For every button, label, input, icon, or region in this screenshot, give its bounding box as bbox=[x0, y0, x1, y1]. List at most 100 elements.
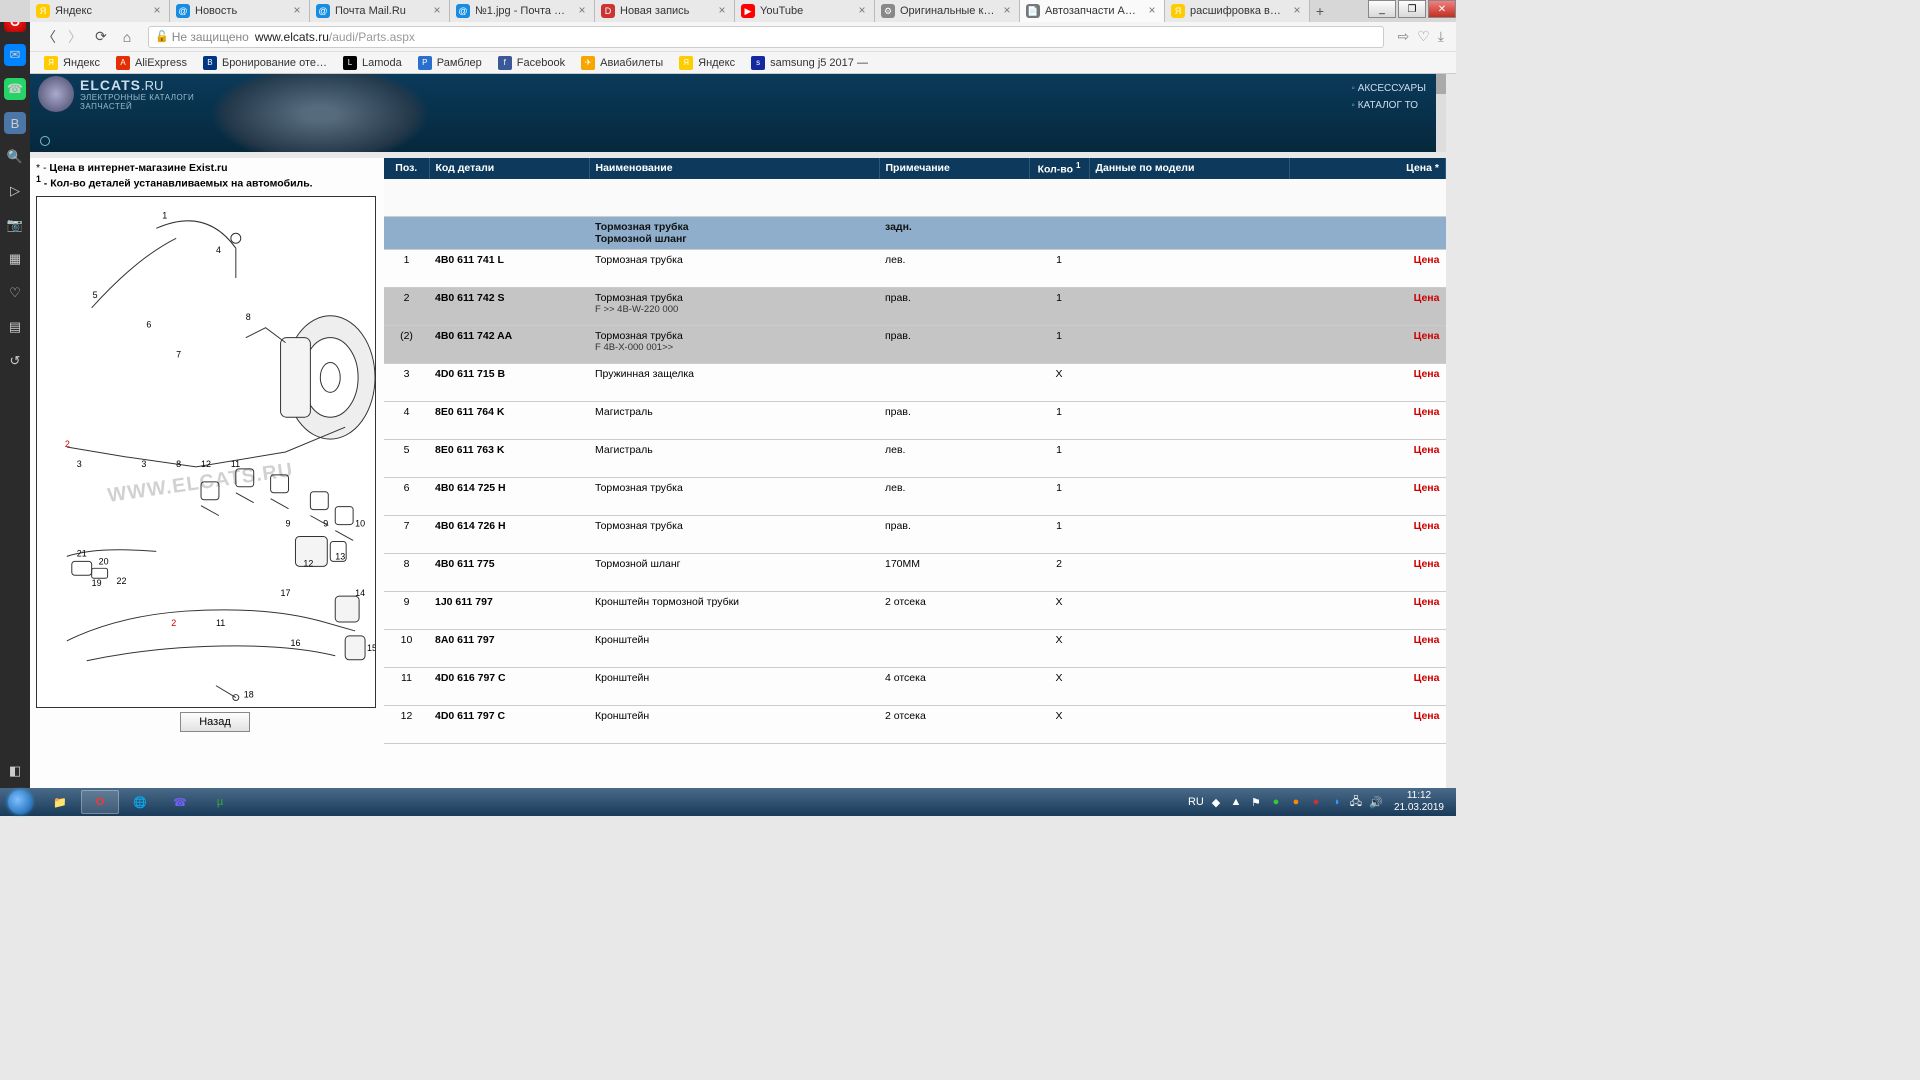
browser-tab[interactable]: Ярасшифровка вин код…× bbox=[1165, 0, 1310, 22]
bookmark-icon[interactable]: ♡ bbox=[1417, 28, 1430, 45]
whatsapp-icon[interactable]: ☎ bbox=[4, 78, 26, 100]
tray-app3-icon[interactable]: ● bbox=[1308, 794, 1324, 810]
heart-icon[interactable]: ♡ bbox=[4, 282, 26, 304]
browser-tab[interactable]: @Новость× bbox=[170, 0, 310, 22]
browser-tab[interactable]: DНовая запись× bbox=[595, 0, 735, 22]
bookmark-item[interactable]: ✈Авиабилеты bbox=[573, 56, 671, 70]
browser-tab[interactable]: ЯЯндекс× bbox=[30, 0, 170, 22]
bookmark-item[interactable]: ssamsung j5 2017 — bbox=[743, 56, 876, 70]
back-nav-icon[interactable]: 〈 bbox=[38, 26, 60, 48]
bookmark-item[interactable]: fFacebook bbox=[490, 56, 573, 70]
tab-close-icon[interactable]: × bbox=[1146, 5, 1158, 17]
browser-tab[interactable]: @№1.jpg - Почта Mail.Ru× bbox=[450, 0, 595, 22]
parts-table: Поз. Код детали Наименование Примечание … bbox=[384, 158, 1446, 744]
table-row[interactable]: 3 4D0 611 715 B Пружинная защелка X Цена bbox=[384, 364, 1446, 402]
forward-nav-icon[interactable]: 〉 bbox=[64, 26, 86, 48]
cell-code: 4B0 611 742 S bbox=[429, 288, 589, 326]
price-link[interactable]: Цена bbox=[1289, 592, 1446, 630]
bookmark-item[interactable]: РРамблер bbox=[410, 56, 490, 70]
tab-close-icon[interactable]: × bbox=[576, 5, 588, 17]
nav-link-catalog[interactable]: КАТАЛОГ ТО bbox=[1351, 97, 1426, 114]
vk-icon[interactable]: B bbox=[4, 112, 26, 134]
vpn-icon[interactable]: ⇨ bbox=[1398, 28, 1410, 45]
maximize-button[interactable]: ❐ bbox=[1398, 0, 1426, 18]
tray-app4-icon[interactable]: ◑ bbox=[1328, 794, 1344, 810]
taskbar-explorer[interactable]: 📁 bbox=[41, 790, 79, 814]
tray-clock[interactable]: 11:1221.03.2019 bbox=[1386, 790, 1452, 814]
search-icon[interactable]: 🔍 bbox=[4, 146, 26, 168]
camera-icon[interactable]: 📷 bbox=[4, 214, 26, 236]
price-link[interactable]: Цена bbox=[1289, 516, 1446, 554]
bookmark-item[interactable]: AAliExpress bbox=[108, 56, 195, 70]
table-row[interactable]: 5 8E0 611 763 K Магистраль лев. 1 Цена bbox=[384, 440, 1446, 478]
download-icon[interactable]: ⤓ bbox=[1438, 28, 1444, 45]
tray-app1-icon[interactable]: ● bbox=[1268, 794, 1284, 810]
part-diagram: 1 4 5 6 7 8 3 3 8 12 11 9 9 10 12 13 14 … bbox=[36, 196, 376, 708]
table-row[interactable]: 6 4B0 614 725 H Тормозная трубка лев. 1 … bbox=[384, 478, 1446, 516]
price-link[interactable]: Цена bbox=[1289, 402, 1446, 440]
price-link[interactable]: Цена bbox=[1289, 364, 1446, 402]
taskbar-opera[interactable]: O bbox=[81, 790, 119, 814]
table-row[interactable]: 11 4D0 616 797 C Кронштейн 4 отсека X Це… bbox=[384, 668, 1446, 706]
table-row[interactable]: 4 8E0 611 764 K Магистраль прав. 1 Цена bbox=[384, 402, 1446, 440]
tray-volume-icon[interactable]: 🔊 bbox=[1368, 794, 1384, 810]
browser-tab[interactable]: 📄Автозапчасти AUDI - э…× bbox=[1020, 0, 1165, 22]
sidebar-toggle-icon[interactable]: ◧ bbox=[4, 760, 26, 782]
table-row[interactable]: 10 8A0 611 797 Кронштейн X Цена bbox=[384, 630, 1446, 668]
close-button[interactable]: ✕ bbox=[1428, 0, 1456, 18]
price-link[interactable]: Цена bbox=[1289, 250, 1446, 288]
browser-tab[interactable]: ▶YouTube× bbox=[735, 0, 875, 22]
tab-close-icon[interactable]: × bbox=[1001, 5, 1013, 17]
table-row[interactable]: 9 1J0 611 797 Кронштейн тормозной трубки… bbox=[384, 592, 1446, 630]
browser-tab[interactable]: @Почта Mail.Ru× bbox=[310, 0, 450, 22]
minimize-button[interactable]: _ bbox=[1368, 0, 1396, 18]
tray-up-icon[interactable]: ▲ bbox=[1228, 794, 1244, 810]
tray-app2-icon[interactable]: ● bbox=[1288, 794, 1304, 810]
nav-link-accessories[interactable]: АКСЕССУАРЫ bbox=[1351, 80, 1426, 97]
table-row[interactable]: 7 4B0 614 726 H Тормозная трубка прав. 1… bbox=[384, 516, 1446, 554]
new-tab-button[interactable]: + bbox=[1310, 0, 1330, 22]
tab-close-icon[interactable]: × bbox=[1291, 5, 1303, 17]
tab-close-icon[interactable]: × bbox=[151, 5, 163, 17]
taskbar-chrome[interactable]: 🌐 bbox=[121, 790, 159, 814]
back-button[interactable]: Назад bbox=[180, 712, 250, 732]
table-row[interactable]: 12 4D0 611 797 C Кронштейн 2 отсека X Це… bbox=[384, 706, 1446, 744]
messenger-icon[interactable]: ✉ bbox=[4, 44, 26, 66]
taskbar-utorrent[interactable]: µ bbox=[201, 790, 239, 814]
price-link[interactable]: Цена bbox=[1289, 440, 1446, 478]
play-icon[interactable]: ▷ bbox=[4, 180, 26, 202]
bookmark-item[interactable]: LLamoda bbox=[335, 56, 410, 70]
home-icon[interactable]: ⌂ bbox=[116, 26, 138, 48]
price-link[interactable]: Цена bbox=[1289, 706, 1446, 744]
price-link[interactable]: Цена bbox=[1289, 326, 1446, 364]
price-link[interactable]: Цена bbox=[1289, 478, 1446, 516]
bookmark-item[interactable]: ЯЯндекс bbox=[36, 56, 108, 70]
url-input[interactable]: Не защищено www.elcats.ru /audi/Parts.as… bbox=[148, 26, 1384, 48]
table-row[interactable]: 1 4B0 611 741 L Тормозная трубка лев. 1 … bbox=[384, 250, 1446, 288]
browser-tab[interactable]: ⚙Оригинальные катало…× bbox=[875, 0, 1020, 22]
price-link[interactable]: Цена bbox=[1289, 554, 1446, 592]
table-row[interactable]: 2 4B0 611 742 S Тормозная трубкаF >> 4B-… bbox=[384, 288, 1446, 326]
news-icon[interactable]: ▤ bbox=[4, 316, 26, 338]
apps-icon[interactable]: ▦ bbox=[4, 248, 26, 270]
start-button[interactable] bbox=[0, 788, 40, 816]
tray-lang[interactable]: RU bbox=[1188, 794, 1204, 810]
reload-icon[interactable]: ⟳ bbox=[90, 26, 112, 48]
tab-close-icon[interactable]: × bbox=[716, 5, 728, 17]
price-link[interactable]: Цена bbox=[1289, 630, 1446, 668]
tray-steam-icon[interactable]: ◆ bbox=[1208, 794, 1224, 810]
bookmark-item[interactable]: ЯЯндекс bbox=[671, 56, 743, 70]
taskbar-viber[interactable]: ☎ bbox=[161, 790, 199, 814]
tab-close-icon[interactable]: × bbox=[291, 5, 303, 17]
price-link[interactable]: Цена bbox=[1289, 288, 1446, 326]
table-row[interactable]: (2) 4B0 611 742 AA Тормозная трубкаF 4B-… bbox=[384, 326, 1446, 364]
history-icon[interactable]: ↺ bbox=[4, 350, 26, 372]
tray-network-icon[interactable]: 🖧 bbox=[1348, 794, 1364, 810]
tab-close-icon[interactable]: × bbox=[431, 5, 443, 17]
table-row[interactable]: 8 4B0 611 775 Тормозной шланг 170MM 2 Це… bbox=[384, 554, 1446, 592]
bookmark-item[interactable]: BБронирование оте… bbox=[195, 56, 335, 70]
tab-close-icon[interactable]: × bbox=[856, 5, 868, 17]
header-scrollbar[interactable] bbox=[1436, 74, 1446, 152]
tray-flag-icon[interactable]: ⚑ bbox=[1248, 794, 1264, 810]
price-link[interactable]: Цена bbox=[1289, 668, 1446, 706]
